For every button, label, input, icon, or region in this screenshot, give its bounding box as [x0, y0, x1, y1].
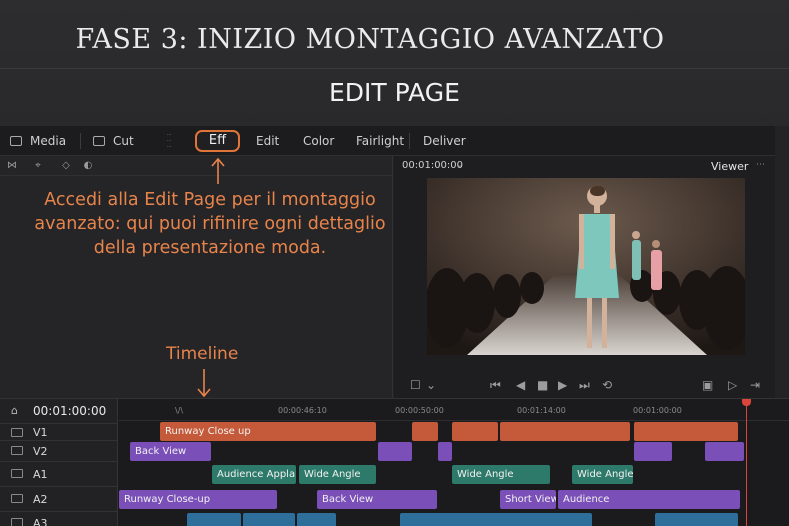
play-icon[interactable]: ▶ — [558, 378, 567, 392]
media-icon — [10, 136, 22, 146]
jump-start-icon[interactable]: ⏮ — [490, 378, 501, 392]
ruler-timecode: 00:00:46:10 — [278, 406, 327, 415]
clip-v2-back-view[interactable]: Back View — [130, 442, 211, 461]
clip-v1[interactable] — [412, 422, 438, 441]
cut-icon — [93, 136, 105, 146]
viewer-header: 00:01:00:00 ⌄ Viewer ⋯ — [394, 156, 775, 176]
loop-icon[interactable]: ⟲ — [602, 378, 612, 392]
track-name: V1 — [33, 426, 48, 439]
ruler-mark: \/\ — [175, 406, 184, 415]
viewer-title: Viewer — [711, 160, 749, 173]
clip-a2-short-view[interactable]: Short View — [500, 490, 556, 509]
viewer-frame — [427, 178, 745, 355]
last-frame-icon[interactable]: ⇥ — [750, 378, 760, 392]
clip-a3[interactable] — [187, 513, 241, 526]
clip-v1[interactable] — [452, 422, 498, 441]
timeline-panel: ⌂ 00:01:00:00 V1 V2 A1 A2 A3 \/\ 00:00:4… — [0, 398, 789, 526]
tab-media-label: Media — [30, 134, 67, 148]
media-pool-panel: ⋈ ⌖ ◇ ◐ Accedi alla Edit Page per il mon… — [0, 156, 393, 398]
tab-edit-active[interactable]: Eff — [195, 130, 240, 152]
step-title: FASE 3: INIZIO MONTAGGIO AVANZATO — [75, 24, 665, 55]
timeline-timecode: 00:01:00:00 — [33, 404, 107, 418]
video-track-icon — [11, 446, 23, 455]
track-header-v2[interactable]: V2 — [0, 440, 118, 461]
track-name: A2 — [33, 493, 48, 506]
timeline-ruler[interactable]: \/\ 00:00:46:10 00:00:50:00 00:01:14:00 … — [119, 399, 789, 421]
clip-a1-audience-applause[interactable]: Audience Applause — [212, 465, 296, 484]
arrow-down-icon — [197, 369, 211, 398]
playhead-handle[interactable] — [742, 399, 751, 406]
runway-model-image — [427, 178, 745, 355]
header-divider — [0, 68, 789, 69]
tiny-tab-hint: ··· ··· ··· — [166, 132, 172, 150]
tab-media[interactable]: Media — [10, 126, 66, 156]
page-subtitle: EDIT PAGE — [329, 78, 460, 107]
clip-square-icon[interactable]: ☐ — [410, 378, 421, 392]
clip-v2[interactable] — [705, 442, 744, 461]
clip-a1-wide-angle[interactable]: Wide Angle — [452, 465, 550, 484]
arrow-up-icon — [211, 157, 225, 184]
tab-color[interactable]: Color — [303, 126, 334, 156]
clip-a3[interactable] — [655, 513, 738, 526]
tab-divider — [409, 133, 410, 149]
chevron-down-icon[interactable]: ⌄ — [456, 160, 464, 170]
clip-a1-wide-angle[interactable]: Wide Angle — [572, 465, 633, 484]
trim-tool-icon[interactable]: ◇ — [60, 160, 72, 171]
clip-v2[interactable] — [378, 442, 412, 461]
snap-tool-icon[interactable]: ◐ — [82, 160, 94, 171]
track-header-a2[interactable]: A2 — [0, 486, 118, 511]
edit-toolbar: ⋈ ⌖ ◇ ◐ — [0, 156, 393, 176]
clip-v1-runway[interactable]: Runway Close up — [160, 422, 376, 441]
matte-icon[interactable]: ▣ — [702, 378, 713, 392]
clip-v1[interactable] — [634, 422, 738, 441]
chevron-down-icon[interactable]: ⌄ — [426, 378, 436, 392]
play-reverse-icon[interactable]: ◀ — [516, 378, 525, 392]
clip-a1-wide-angle[interactable]: Wide Angle — [299, 465, 376, 484]
video-track-icon — [11, 428, 23, 437]
ruler-timecode: 00:00:50:00 — [395, 406, 444, 415]
track-name: A1 — [33, 468, 48, 481]
clip-v2[interactable] — [634, 442, 672, 461]
audio-track-icon — [11, 469, 23, 478]
track-header-v1[interactable]: V1 — [0, 423, 118, 440]
tab-divider — [80, 133, 81, 149]
clip-a2-runway-close-up[interactable]: Runway Close-up — [119, 490, 277, 509]
tab-fairlight[interactable]: Fairlight — [356, 126, 404, 156]
track-name: A3 — [33, 517, 48, 526]
clip-v2[interactable] — [438, 442, 452, 461]
audio-track-icon — [11, 494, 23, 503]
edit-page-callout: Accedi alla Edit Page per il montaggio a… — [34, 190, 386, 258]
tab-cut[interactable]: Cut — [93, 126, 134, 156]
next-frame-icon[interactable]: ▷ — [728, 378, 737, 392]
track-name: V2 — [33, 445, 48, 458]
select-tool-icon[interactable]: ⋈ — [6, 160, 18, 171]
viewer-timecode: 00:01:00:00 — [402, 160, 464, 171]
stop-icon[interactable]: ■ — [537, 378, 548, 392]
clip-a2-audience[interactable]: Audience — [558, 490, 740, 509]
track-headers: ⌂ 00:01:00:00 V1 V2 A1 A2 A3 — [0, 399, 118, 526]
clip-v1[interactable] — [500, 422, 630, 441]
skip-icon[interactable]: ⏭ — [579, 378, 590, 392]
ruler-timecode: 00:01:00:00 — [633, 406, 682, 415]
audio-track-icon — [11, 518, 23, 526]
page-tabs-bar: Media Cut ··· ··· ··· Eff Edit Color Fairl… — [0, 126, 775, 156]
clip-a3[interactable] — [243, 513, 295, 526]
track-header-a1[interactable]: A1 — [0, 461, 118, 486]
clip-a2-back-view[interactable]: Back View — [317, 490, 437, 509]
tutorial-header: FASE 3: INIZIO MONTAGGIO AVANZATO EDIT P… — [0, 0, 789, 126]
clip-a3[interactable] — [400, 513, 592, 526]
viewer-options-icon[interactable]: ⋯ — [756, 160, 765, 170]
playhead[interactable] — [746, 399, 747, 526]
tab-cut-label: Cut — [113, 134, 134, 148]
track-header-a3[interactable]: A3 — [0, 511, 118, 526]
tab-edit[interactable]: Edit — [256, 126, 279, 156]
clip-a3[interactable] — [297, 513, 336, 526]
ruler-timecode: 00:01:14:00 — [517, 406, 566, 415]
viewer-panel: 00:01:00:00 ⌄ Viewer ⋯ ☐ ⌄ ⏮ ◀ ■ ▶ ⏭ ⟲ ▣… — [394, 156, 775, 398]
blade-tool-icon[interactable]: ⌖ — [32, 160, 44, 171]
timeline-callout-label: Timeline — [166, 344, 239, 364]
transport-controls: ☐ ⌄ ⏮ ◀ ■ ▶ ⏭ ⟲ ▣ ▷ ⇥ — [394, 374, 775, 398]
timeline-marker-icon[interactable]: ⌂ — [11, 404, 18, 417]
tab-deliver[interactable]: Deliver — [423, 126, 466, 156]
